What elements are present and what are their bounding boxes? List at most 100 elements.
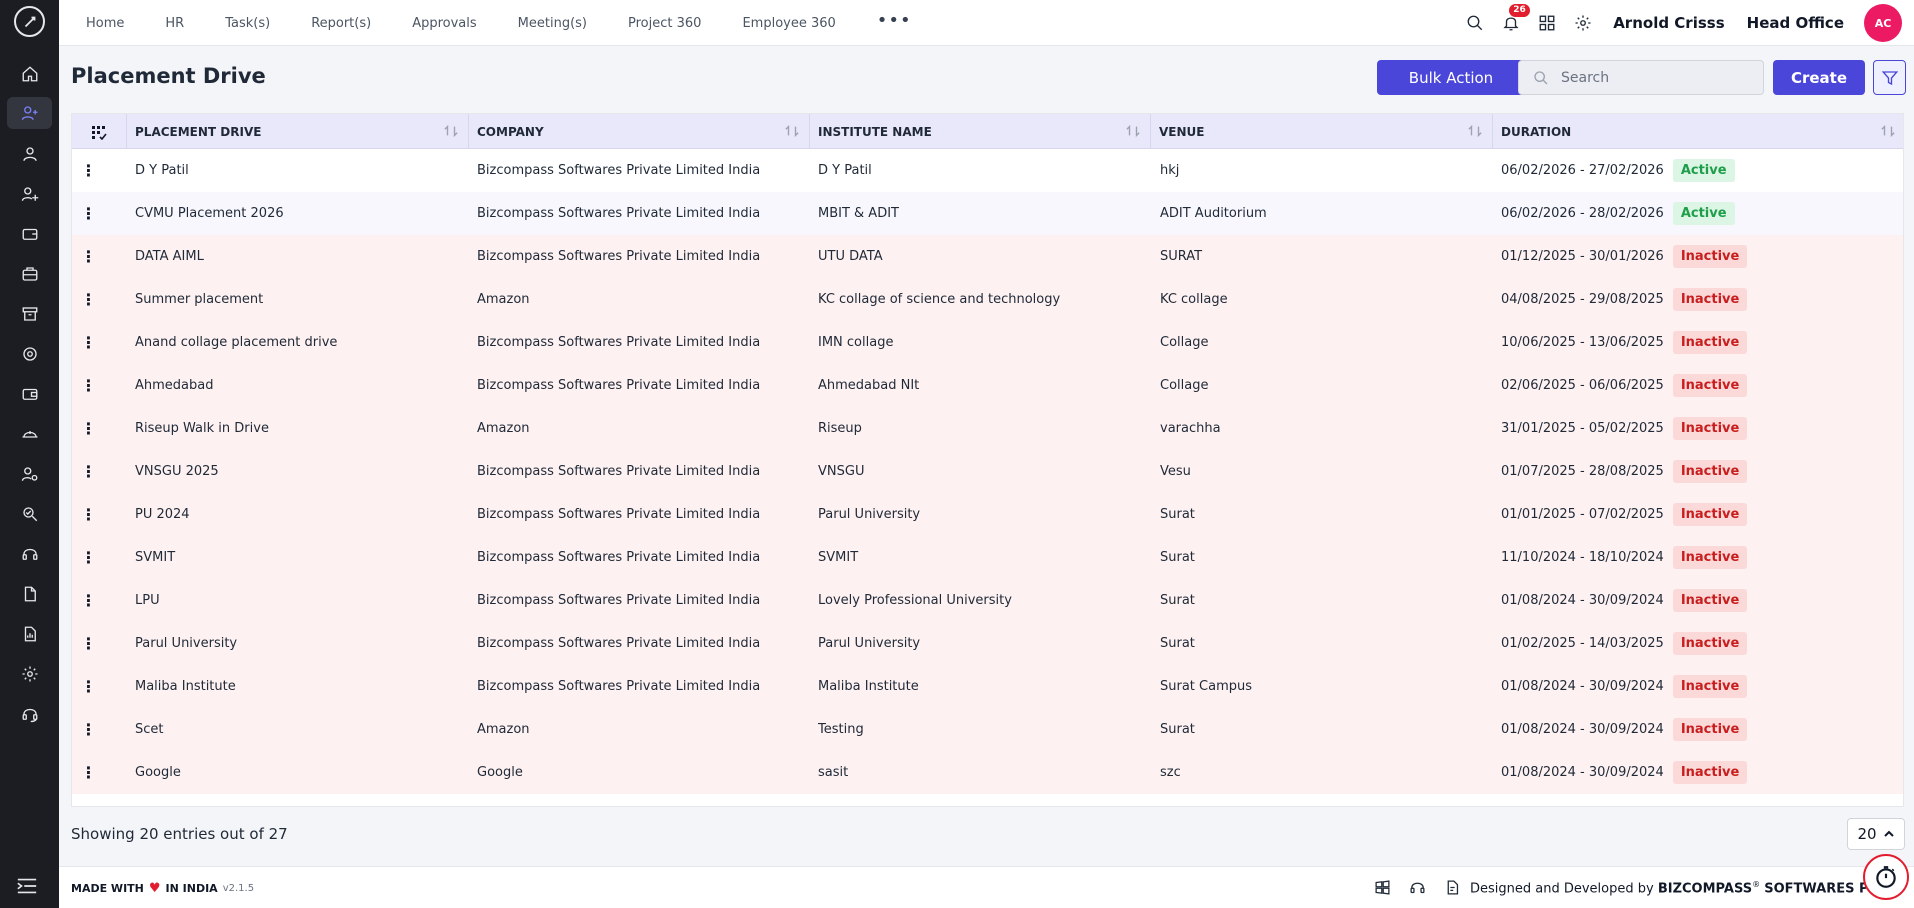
row-menu-icon[interactable]: ⋮ xyxy=(72,708,105,751)
cell-duration: 31/01/2025 - 05/02/2025 Inactive xyxy=(1501,407,1901,450)
avatar[interactable]: AC xyxy=(1864,4,1902,42)
sidebar-helmet-icon[interactable] xyxy=(7,418,52,450)
sidebar-headset-alt-icon[interactable] xyxy=(7,698,52,730)
duration-text: 06/02/2026 - 28/02/2026 xyxy=(1501,206,1664,221)
sidebar-wallet-alt-icon[interactable] xyxy=(7,378,52,410)
row-menu-icon[interactable]: ⋮ xyxy=(72,536,105,579)
cell-institute-name: Maliba Institute xyxy=(818,679,919,694)
branch-name[interactable]: Head Office xyxy=(1747,14,1844,32)
sidebar-briefcase-icon[interactable] xyxy=(7,258,52,290)
document-settings-icon[interactable] xyxy=(1444,879,1461,900)
bell-icon[interactable]: 26 xyxy=(1501,4,1530,33)
column-header-institute-name[interactable]: INSTITUTE NAME xyxy=(810,114,1151,149)
table-row[interactable]: ⋮ VNSGU 2025 Bizcompass Softwares Private … xyxy=(72,450,1903,493)
row-menu-icon[interactable]: ⋮ xyxy=(72,579,105,622)
windows-icon[interactable] xyxy=(1374,879,1391,900)
sidebar-user-plus-icon[interactable] xyxy=(7,97,52,129)
duration-text: 31/01/2025 - 05/02/2025 xyxy=(1501,421,1664,436)
headset-icon[interactable] xyxy=(1409,879,1426,900)
row-menu-icon[interactable]: ⋮ xyxy=(72,751,105,794)
cell-institute-name: KC collage of science and technology xyxy=(818,292,1061,307)
nav-reports[interactable]: Report(s) xyxy=(311,16,371,31)
cell-placement-drive: Scet xyxy=(135,722,164,737)
sort-icon[interactable] xyxy=(785,124,799,138)
column-header-duration[interactable]: DURATION xyxy=(1493,114,1903,149)
column-header-company[interactable]: COMPANY xyxy=(469,114,810,149)
row-menu-icon[interactable]: ⋮ xyxy=(72,364,105,407)
row-menu-icon[interactable]: ⋮ xyxy=(72,192,105,235)
user-name[interactable]: Arnold Crisss xyxy=(1613,14,1724,32)
sidebar-archive-icon[interactable] xyxy=(7,298,52,330)
row-menu-icon[interactable]: ⋮ xyxy=(72,493,105,536)
row-menu-icon[interactable]: ⋮ xyxy=(72,235,105,278)
table-row[interactable]: ⋮ D Y Patil Bizcompass Softwares Private L… xyxy=(72,149,1903,192)
sidebar-collapse-icon[interactable] xyxy=(16,876,40,896)
nav-more-icon[interactable]: ••• xyxy=(877,10,912,31)
timer-icon[interactable] xyxy=(1863,854,1909,900)
sidebar-wallet-icon[interactable] xyxy=(7,218,52,250)
table-row[interactable]: ⋮ Scet Amazon Testing Surat 01/08/2024 - 30/0… xyxy=(72,708,1903,751)
app-logo-icon[interactable] xyxy=(14,6,45,37)
table-row[interactable]: ⋮ Anand collage placement drive Bizcompass… xyxy=(72,321,1903,364)
bulk-action-button[interactable]: Bulk Action xyxy=(1377,60,1525,95)
table-row[interactable]: ⋮ PU 2024 Bizcompass Softwares Private Lim… xyxy=(72,493,1903,536)
row-menu-icon[interactable]: ⋮ xyxy=(72,321,105,364)
column-header-venue[interactable]: VENUE xyxy=(1151,114,1493,149)
status-badge: Inactive xyxy=(1672,589,1748,612)
sort-icon[interactable] xyxy=(444,124,458,138)
sidebar-gear-icon[interactable] xyxy=(7,658,52,690)
row-menu-icon[interactable]: ⋮ xyxy=(72,278,105,321)
table-row[interactable]: ⋮ Maliba Institute Bizcompass Softwares Pr… xyxy=(72,665,1903,708)
row-menu-icon[interactable]: ⋮ xyxy=(72,622,105,665)
create-button[interactable]: Create xyxy=(1773,60,1865,95)
column-select-icon[interactable] xyxy=(72,114,127,149)
sidebar-user-add-icon[interactable] xyxy=(7,178,52,210)
table-row[interactable]: ⋮ Summer placement Amazon KC collage of sci… xyxy=(72,278,1903,321)
nav-employee-360[interactable]: Employee 360 xyxy=(742,16,835,31)
sidebar-user-icon[interactable] xyxy=(7,138,52,170)
nav-approvals[interactable]: Approvals xyxy=(412,16,476,31)
sidebar-headset-icon[interactable] xyxy=(7,538,52,570)
nav-tasks[interactable]: Task(s) xyxy=(225,16,270,31)
sidebar-document-chart-icon[interactable] xyxy=(7,618,52,650)
cell-institute-name: SVMIT xyxy=(818,550,859,565)
sidebar-home-icon[interactable] xyxy=(7,58,52,90)
page-title: Placement Drive xyxy=(71,64,266,88)
table-row[interactable]: ⋮ LPU Bizcompass Softwares Private Limited… xyxy=(72,579,1903,622)
table-row[interactable]: ⋮ Google Google sasit szc 01/08/2024 - 30/09/… xyxy=(72,751,1903,794)
table-row[interactable]: ⋮ Riseup Walk in Drive Amazon Riseup varachh… xyxy=(72,407,1903,450)
row-menu-icon[interactable]: ⋮ xyxy=(72,407,105,450)
nav-meetings[interactable]: Meeting(s) xyxy=(518,16,587,31)
cell-duration: 01/07/2025 - 28/08/2025 Inactive xyxy=(1501,450,1901,493)
row-menu-icon[interactable]: ⋮ xyxy=(72,665,105,708)
sidebar-search-check-icon[interactable] xyxy=(7,498,52,530)
nav-home[interactable]: Home xyxy=(86,16,124,31)
grid-icon[interactable] xyxy=(1537,13,1557,33)
cell-venue: Surat xyxy=(1160,593,1195,608)
table-row[interactable]: ⋮ Parul University Bizcompass Softwares Pr… xyxy=(72,622,1903,665)
search-input[interactable] xyxy=(1561,69,1751,86)
sort-icon[interactable] xyxy=(1126,124,1140,138)
sidebar-user-gear-icon[interactable] xyxy=(7,458,52,490)
table-row[interactable]: ⋮ SVMIT Bizcompass Softwares Private Limit… xyxy=(72,536,1903,579)
status-badge: Active xyxy=(1672,159,1735,182)
sidebar-document-icon[interactable] xyxy=(7,578,52,610)
column-header-placement-drive[interactable]: PLACEMENT DRIVE xyxy=(127,114,469,149)
nav-project-360[interactable]: Project 360 xyxy=(628,16,701,31)
table-row[interactable]: ⋮ CVMU Placement 2026 Bizcompass Softwares… xyxy=(72,192,1903,235)
table-row[interactable]: ⋮ Ahmedabad Bizcompass Softwares Private L… xyxy=(72,364,1903,407)
filter-button[interactable] xyxy=(1873,60,1906,95)
main-nav: Home HR Task(s) Report(s) Approvals Meet… xyxy=(86,0,912,46)
table-row[interactable]: ⋮ DATA AIML Bizcompass Softwares Private L… xyxy=(72,235,1903,278)
nav-hr[interactable]: HR xyxy=(165,16,184,31)
sort-icon[interactable] xyxy=(1468,124,1482,138)
duration-text: 01/07/2025 - 28/08/2025 xyxy=(1501,464,1664,479)
sort-icon[interactable] xyxy=(1881,124,1895,138)
row-menu-icon[interactable]: ⋮ xyxy=(72,149,105,192)
sidebar-support-icon[interactable] xyxy=(7,338,52,370)
status-badge: Inactive xyxy=(1672,245,1748,268)
search-icon[interactable] xyxy=(1465,13,1485,33)
gear-icon[interactable] xyxy=(1573,13,1593,33)
row-menu-icon[interactable]: ⋮ xyxy=(72,450,105,493)
page-size-select[interactable]: 20 xyxy=(1847,818,1905,850)
